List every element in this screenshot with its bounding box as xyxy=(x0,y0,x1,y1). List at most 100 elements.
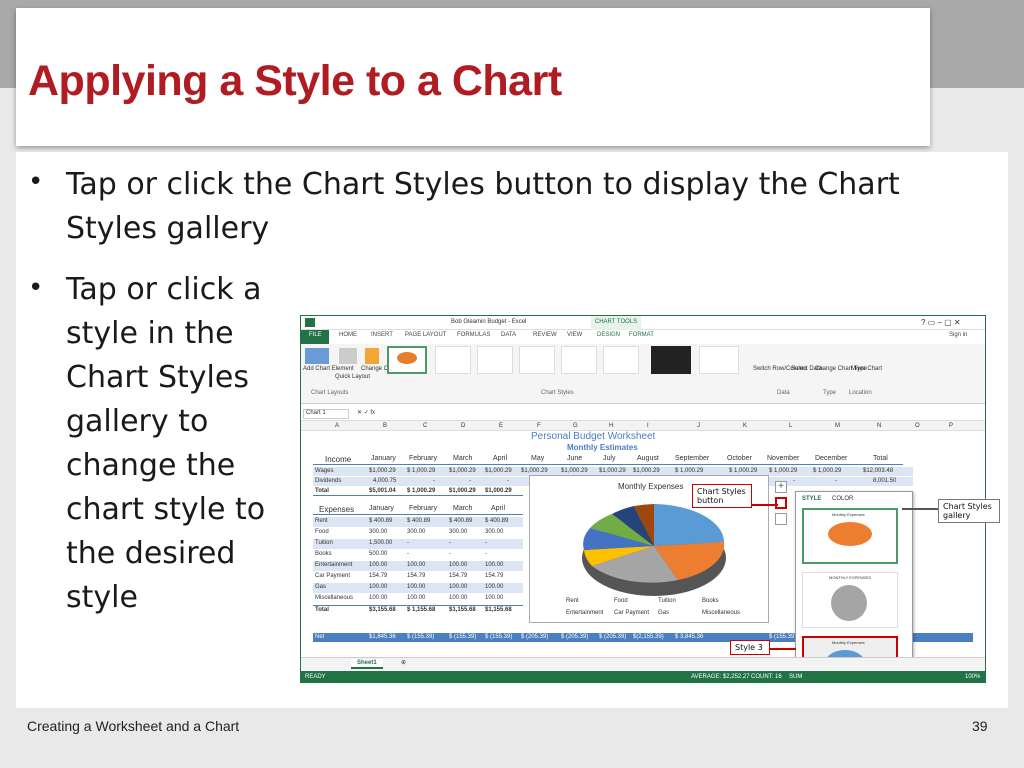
cell[interactable]: $1,000.29 xyxy=(369,468,396,474)
chart-style-thumb[interactable] xyxy=(477,346,513,374)
hdr-cell[interactable]: August xyxy=(637,455,659,462)
tab-design[interactable]: DESIGN xyxy=(597,332,620,338)
cell[interactable]: 100.00 xyxy=(369,595,387,601)
hdr-cell[interactable]: Total xyxy=(873,455,888,462)
col-header[interactable]: I xyxy=(647,423,649,429)
sheet-title[interactable]: Personal Budget Worksheet xyxy=(531,431,655,442)
cell[interactable]: $1,000.29 xyxy=(449,488,476,494)
cell[interactable]: Miscellaneous xyxy=(315,595,353,601)
cell[interactable]: $1,845.36 xyxy=(369,634,396,640)
hdr-cell[interactable]: February xyxy=(409,505,437,512)
hdr-cell[interactable]: February xyxy=(409,455,437,462)
cell[interactable]: $1,000.29 xyxy=(521,468,548,474)
cell[interactable]: $1,155.68 xyxy=(485,607,512,613)
cell[interactable]: $ 1,000.29 xyxy=(813,468,841,474)
cell[interactable]: - xyxy=(793,478,795,484)
col-header[interactable]: C xyxy=(423,423,427,429)
cell[interactable]: 100.00 xyxy=(449,584,467,590)
hdr-cell[interactable]: December xyxy=(815,455,847,462)
cell[interactable]: $ 1,000.29 xyxy=(729,468,757,474)
name-box[interactable]: Chart 1 xyxy=(303,409,349,419)
cell[interactable]: $ (205.39) xyxy=(599,634,626,640)
cell[interactable]: 100.00 xyxy=(369,562,387,568)
cell[interactable]: Tuition xyxy=(315,540,333,546)
col-header[interactable]: K xyxy=(743,423,747,429)
sheet-tab[interactable]: Sheet1 xyxy=(351,659,383,669)
chart-style-thumb[interactable] xyxy=(561,346,597,374)
zoom-level[interactable]: 100% xyxy=(965,674,980,680)
add-sheet-icon[interactable]: ⊕ xyxy=(401,659,406,666)
chart-style-thumb[interactable] xyxy=(435,346,471,374)
cell[interactable]: $ 1,000.29 xyxy=(407,468,435,474)
hdr-cell[interactable]: March xyxy=(453,505,472,512)
cell[interactable]: 300.00 xyxy=(449,529,467,535)
col-header[interactable]: M xyxy=(835,423,840,429)
cell[interactable]: Food xyxy=(315,529,329,535)
chart-style-thumb[interactable] xyxy=(519,346,555,374)
cell[interactable]: $1,000.29 xyxy=(561,468,588,474)
hdr-cell[interactable]: January xyxy=(369,505,394,512)
cell[interactable]: 154.79 xyxy=(407,573,425,579)
cell[interactable]: $ 3,845.36 xyxy=(675,634,703,640)
cell[interactable]: 100.00 xyxy=(407,562,425,568)
cell[interactable]: 100.00 xyxy=(369,584,387,590)
legend-item[interactable]: Rent xyxy=(566,598,579,604)
cell[interactable]: Net xyxy=(315,634,324,640)
tab-file[interactable]: FILE xyxy=(309,332,322,338)
cell[interactable]: $1,000.29 xyxy=(485,468,512,474)
hdr-cell[interactable]: July xyxy=(603,455,615,462)
move-chart-button[interactable]: Move Chart xyxy=(851,366,882,372)
cell[interactable]: $ 1,000.29 xyxy=(769,468,797,474)
cell[interactable]: $ 400.89 xyxy=(485,518,508,524)
col-header[interactable]: O xyxy=(915,423,920,429)
worksheet-grid[interactable]: A B C D E F G H I J K L M N O P Personal… xyxy=(301,421,985,682)
cell[interactable]: $ 400.89 xyxy=(449,518,472,524)
hdr-cell[interactable]: January xyxy=(371,455,396,462)
cell[interactable]: $ (155.39) xyxy=(449,634,476,640)
cell[interactable]: $ (205.39) xyxy=(521,634,548,640)
cell[interactable]: $ (155.39) xyxy=(485,634,512,640)
gallery-style-1[interactable]: Monthly Expenses xyxy=(802,508,898,564)
cell[interactable]: $1,000.29 xyxy=(599,468,626,474)
hdr-cell[interactable]: April xyxy=(491,505,505,512)
cell[interactable]: - xyxy=(469,478,471,484)
cell[interactable]: $12,003.48 xyxy=(863,468,893,474)
gallery-style-2[interactable]: MONTHLY EXPENSES xyxy=(802,572,898,628)
cell[interactable]: - xyxy=(507,478,509,484)
legend-item[interactable]: Car Payment xyxy=(614,610,649,616)
gallery-tab-style[interactable]: STYLE xyxy=(802,496,821,502)
cell[interactable]: 100.00 xyxy=(449,562,467,568)
cell[interactable]: 100.00 xyxy=(485,562,503,568)
hdr-cell[interactable]: March xyxy=(453,455,472,462)
chart-styles-button[interactable] xyxy=(775,497,787,509)
cell[interactable]: 300.00 xyxy=(485,529,503,535)
col-header[interactable]: B xyxy=(383,423,387,429)
cell[interactable]: 4,000.75 xyxy=(373,478,396,484)
tab-formulas[interactable]: FORMULAS xyxy=(457,332,490,338)
cell[interactable]: - xyxy=(485,551,487,557)
col-header[interactable]: J xyxy=(697,423,700,429)
chart-style-thumb-dark[interactable] xyxy=(651,346,691,374)
cell[interactable]: Entertainment xyxy=(315,562,352,568)
tab-page-layout[interactable]: PAGE LAYOUT xyxy=(405,332,446,338)
window-controls-icon[interactable]: ? ▭ – ▢ ✕ xyxy=(921,318,961,327)
hdr-cell[interactable]: June xyxy=(567,455,582,462)
cell[interactable]: $ (155.39) xyxy=(769,634,796,640)
cell[interactable]: $1,000.29 xyxy=(449,468,476,474)
hdr-cell[interactable]: September xyxy=(675,455,709,462)
cell[interactable]: $ (155.39) xyxy=(407,634,434,640)
cell[interactable]: Total xyxy=(315,607,329,613)
cell[interactable]: Wages xyxy=(315,468,333,474)
col-header[interactable]: A xyxy=(335,423,339,429)
cell[interactable]: - xyxy=(449,551,451,557)
col-header[interactable]: N xyxy=(877,423,881,429)
chart-style-thumb[interactable] xyxy=(603,346,639,374)
chart-elements-button[interactable]: + xyxy=(775,481,787,493)
gallery-tab-color[interactable]: COLOR xyxy=(832,496,853,502)
cell[interactable]: $ 1,000.29 xyxy=(407,488,435,494)
cell[interactable]: - xyxy=(485,540,487,546)
cell[interactable]: 100.00 xyxy=(407,595,425,601)
cell[interactable]: 500.00 xyxy=(369,551,387,557)
legend-item[interactable]: Books xyxy=(702,598,719,604)
cell[interactable]: 100.00 xyxy=(485,584,503,590)
